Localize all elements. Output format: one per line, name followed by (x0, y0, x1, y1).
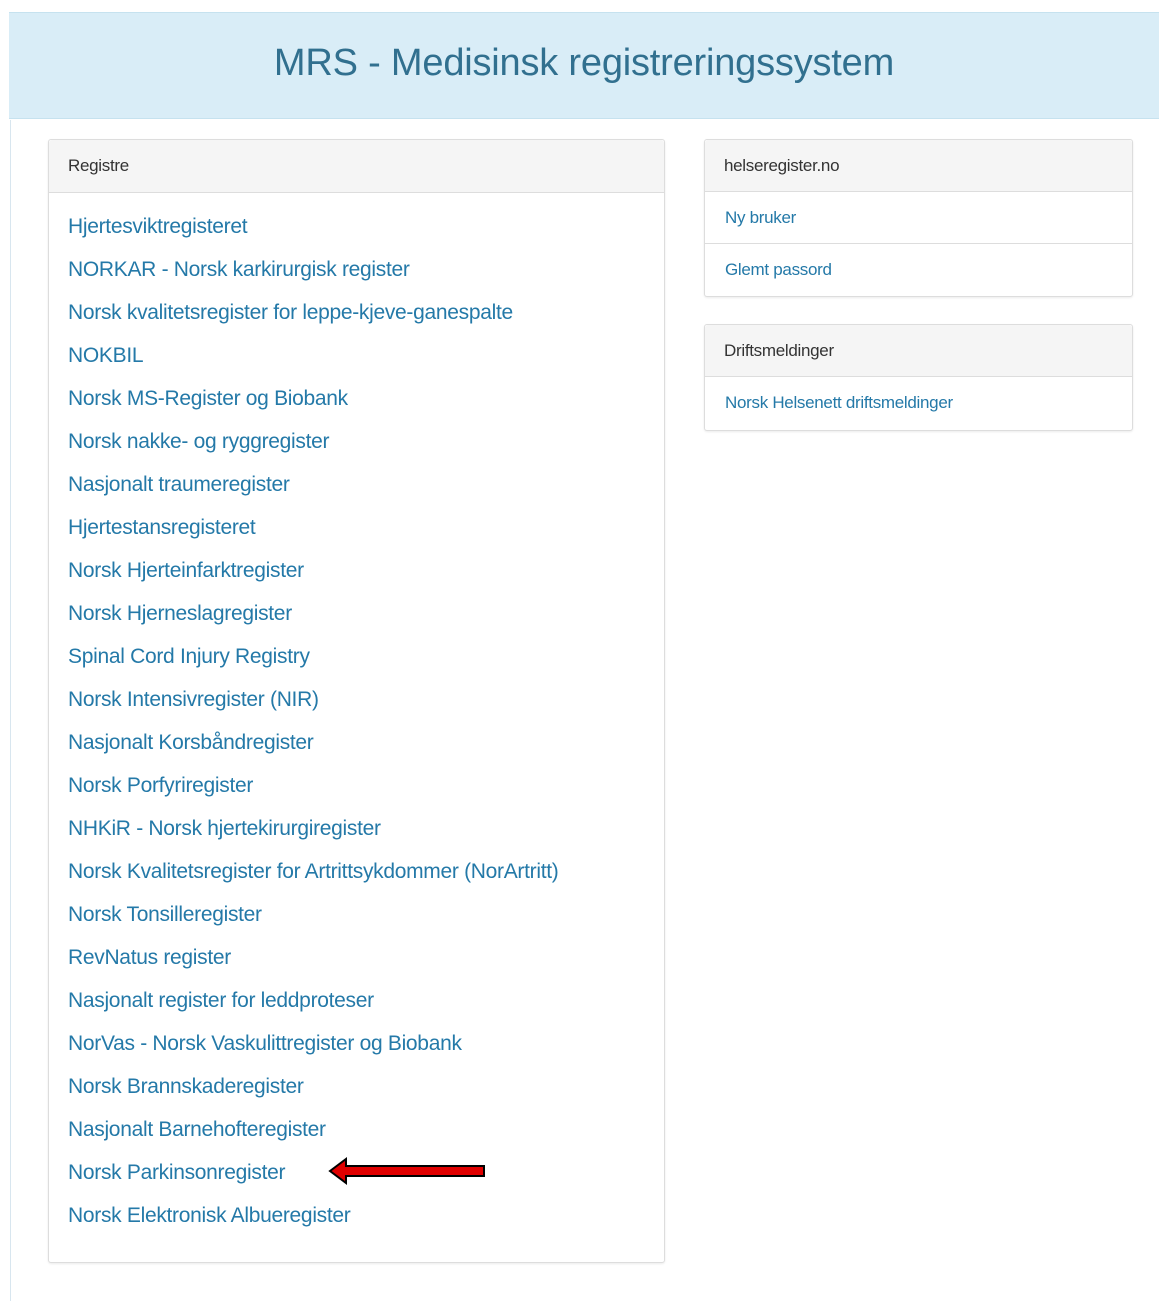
page: MRS - Medisinsk registreringssystem Regi… (0, 0, 1159, 1301)
registry-link-label[interactable]: NHKiR - Norsk hjertekirurgiregister (68, 817, 381, 840)
registry-link[interactable]: Nasjonalt Barnehofteregister (68, 1108, 664, 1151)
registry-link[interactable]: Norsk kvalitetsregister for leppe-kjeve-… (68, 291, 664, 334)
registry-link[interactable]: Norsk Tonsilleregister (68, 893, 664, 936)
operational-messages-panel: Driftsmeldinger Norsk Helsenett driftsme… (704, 324, 1133, 431)
registry-link-label[interactable]: NORKAR - Norsk karkirurgisk register (68, 258, 410, 281)
registry-link-label[interactable]: NOKBIL (68, 344, 144, 367)
registry-link-label[interactable]: Norsk Kvalitetsregister for Artrittsykdo… (68, 860, 559, 883)
registry-link-label[interactable]: Nasjonalt register for leddproteser (68, 989, 374, 1012)
registries-panel-heading: Registre (49, 140, 664, 193)
helseregister-panel-heading: helseregister.no (705, 140, 1132, 192)
registry-link-label[interactable]: Nasjonalt Barnehofteregister (68, 1118, 326, 1141)
registry-link-label[interactable]: Nasjonalt traumeregister (68, 473, 290, 496)
registry-link[interactable]: Norsk Porfyriregister (68, 764, 664, 807)
registry-link[interactable]: Hjertesviktregisteret (68, 205, 664, 248)
registry-link-label[interactable]: Spinal Cord Injury Registry (68, 645, 310, 668)
registry-link-label[interactable]: Norsk Brannskaderegister (68, 1075, 304, 1098)
registry-link-label[interactable]: Hjertestansregisteret (68, 516, 256, 539)
header-banner: MRS - Medisinsk registreringssystem (9, 12, 1159, 119)
registry-link[interactable]: Spinal Cord Injury Registry (68, 635, 664, 678)
new-user-link[interactable]: Ny bruker (705, 192, 1132, 244)
registry-link[interactable]: Norsk Hjerneslagregister (68, 592, 664, 635)
helsenett-operational-messages-link[interactable]: Norsk Helsenett driftsmeldinger (705, 377, 1132, 429)
registry-link[interactable]: Norsk Kvalitetsregister for Artrittsykdo… (68, 850, 664, 893)
registry-link-label[interactable]: Norsk Hjerteinfarktregister (68, 559, 304, 582)
registry-link-label[interactable]: Norsk Elektronisk Albueregister (68, 1204, 351, 1227)
registry-link-label[interactable]: Norsk Parkinsonregister (68, 1161, 285, 1184)
registries-panel: Registre Hjertesviktregisteret NORKAR - … (48, 139, 665, 1263)
page-left-border (10, 120, 11, 1301)
registry-link[interactable]: RevNatus register (68, 936, 664, 979)
registry-link[interactable]: Norsk Intensivregister (NIR) (68, 678, 664, 721)
helseregister-panel: helseregister.no Ny bruker Glemt passord (704, 139, 1133, 297)
registry-link-label[interactable]: Norsk kvalitetsregister for leppe-kjeve-… (68, 301, 513, 324)
registry-link-label[interactable]: Nasjonalt Korsbåndregister (68, 731, 314, 754)
registry-link[interactable]: Norsk Brannskaderegister (68, 1065, 664, 1108)
registry-link[interactable]: Norsk MS-Register og Biobank (68, 377, 664, 420)
registry-link-label[interactable]: Hjertesviktregisteret (68, 215, 248, 238)
registry-link-label[interactable]: Norsk Hjerneslagregister (68, 602, 292, 625)
red-arrow-left-icon (328, 1157, 485, 1185)
registry-link-label[interactable]: NorVas - Norsk Vaskulittregister og Biob… (68, 1032, 462, 1055)
registry-link[interactable]: Norsk Elektronisk Albueregister (68, 1194, 664, 1237)
registry-list: Hjertesviktregisteret NORKAR - Norsk kar… (49, 193, 664, 1237)
registry-link-label[interactable]: Norsk Intensivregister (NIR) (68, 688, 319, 711)
registry-link[interactable]: Nasjonalt traumeregister (68, 463, 664, 506)
forgot-password-link[interactable]: Glemt passord (705, 244, 1132, 296)
registry-link-label[interactable]: RevNatus register (68, 946, 231, 969)
operational-messages-heading: Driftsmeldinger (705, 325, 1132, 377)
registry-link-label[interactable]: Norsk MS-Register og Biobank (68, 387, 348, 410)
registry-link[interactable]: Norsk nakke- og ryggregister (68, 420, 664, 463)
registry-link[interactable]: Nasjonalt Korsbåndregister (68, 721, 664, 764)
registry-link-label[interactable]: Norsk Porfyriregister (68, 774, 253, 797)
registry-link[interactable]: Nasjonalt register for leddproteser (68, 979, 664, 1022)
registry-link[interactable]: NorVas - Norsk Vaskulittregister og Biob… (68, 1022, 664, 1065)
registry-link[interactable]: Hjertestansregisteret (68, 506, 664, 549)
registry-link-label[interactable]: Norsk Tonsilleregister (68, 903, 262, 926)
registry-link[interactable]: NHKiR - Norsk hjertekirurgiregister (68, 807, 664, 850)
registry-link[interactable]: NORKAR - Norsk karkirurgisk register (68, 248, 664, 291)
page-title: MRS - Medisinsk registreringssystem (273, 42, 895, 84)
registry-link[interactable]: NOKBIL (68, 334, 664, 377)
registry-link-label[interactable]: Norsk nakke- og ryggregister (68, 430, 330, 453)
registry-link[interactable]: Norsk Hjerteinfarktregister (68, 549, 664, 592)
